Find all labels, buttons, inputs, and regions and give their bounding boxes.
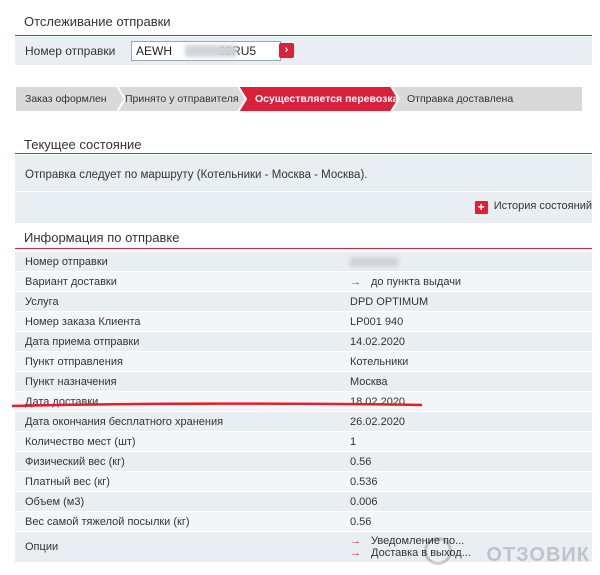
title-divider [15, 35, 592, 36]
progress-steps: Заказ оформлен Принято у отправителя Осу… [15, 86, 583, 112]
arrow-right-icon: → [350, 547, 361, 559]
info-row: Количество мест (шт) 1 [15, 431, 592, 452]
info-row: Пункт отправления Котельники [15, 351, 592, 372]
arrow-right-icon: → [350, 535, 361, 547]
info-value-text: 0.536 [350, 475, 378, 488]
status-text: Отправка следует по маршруту (Котельники… [25, 169, 368, 181]
info-value-line: 0.56 [350, 516, 592, 528]
info-value-text: Доставка в выход... [371, 547, 471, 559]
info-value-text: Котельники [350, 355, 409, 368]
info-value-text: 1 [350, 435, 357, 448]
info-row: Пункт назначения Москва [15, 371, 592, 392]
info-row-label: Пункт отправления [15, 351, 342, 372]
info-value-line: LP001 940 [350, 316, 592, 328]
info-value-line: 0.536 [350, 476, 592, 488]
status-divider [15, 153, 592, 154]
info-row-value: 1 [342, 431, 592, 452]
info-value-text: 0.56 [350, 455, 372, 468]
info-value-text: LP001 940 [350, 315, 404, 328]
info-row-label: Объем (м3) [15, 491, 342, 512]
info-row-label: Дата окончания бесплатного хранения [15, 411, 342, 432]
status-separator [15, 191, 592, 192]
info-row-label: Вариант доставки [15, 271, 342, 292]
arrow-right-icon: → [350, 275, 361, 288]
info-value-text: Москва [350, 375, 388, 388]
info-row-value: 0.56 [342, 511, 592, 532]
info-row-label: Пункт назначения [15, 371, 342, 392]
info-value-text: 14.02.2020 [350, 335, 406, 348]
info-value-text: 0.006 [350, 495, 378, 508]
info-value-line: 14.02.2020 [350, 336, 592, 348]
info-value-text: DPD OPTIMUM [350, 295, 429, 308]
info-row: Номер заказа Клиента LP001 940 [15, 311, 592, 332]
info-value-line: → до пункта выдачи [350, 276, 592, 288]
info-row-value: 0.536 [342, 471, 592, 492]
info-row-value: 14.02.2020 [342, 331, 592, 352]
info-value-line: 1 [350, 436, 592, 448]
chevron-right-icon: › [284, 44, 289, 56]
info-row-value: Котельники [342, 351, 592, 372]
history-link[interactable]: + История состояний [474, 200, 592, 214]
info-row-value: DPD OPTIMUM [342, 291, 592, 312]
info-row: Объем (м3) 0.006 [15, 491, 592, 512]
status-title: Текущее состояние [24, 137, 142, 152]
info-value-text: до пункта выдачи [371, 275, 462, 288]
info-value-line: 0.006 [350, 496, 592, 508]
info-row: Дата окончания бесплатного хранения 26.02… [15, 411, 592, 432]
info-row-value: 26.02.2020 [342, 411, 592, 432]
info-row-value: Москва [342, 371, 592, 392]
info-row-label: Платный вес (кг) [15, 471, 342, 492]
info-row-label: Вес самой тяжелой посылки (кг) [15, 511, 342, 532]
info-row-label: Опции [15, 531, 342, 563]
info-row-label: Номер заказа Клиента [15, 311, 342, 332]
info-title: Информация по отправке [24, 230, 180, 245]
page-title: Отслеживание отправки [24, 14, 171, 29]
info-value-line: 26.02.2020 [350, 416, 592, 428]
step-in-transit: Осуществляется перевозка [255, 93, 399, 105]
info-value-line: Москва [350, 376, 592, 388]
redacted-value [350, 256, 398, 267]
info-value-line: Котельники [350, 356, 592, 368]
info-row: Физический вес (кг) 0.56 [15, 451, 592, 472]
status-panel: Отправка следует по маршруту (Котельники… [15, 155, 592, 223]
step-delivered: Отправка доставлена [407, 93, 514, 105]
tracking-panel: Номер отправки › [15, 37, 592, 65]
info-row-value: → до пункта выдачи [342, 271, 592, 292]
info-row-label: Количество мест (шт) [15, 431, 342, 452]
info-value-text: 26.02.2020 [350, 415, 406, 428]
red-underline-annotation [12, 402, 422, 408]
info-divider [15, 248, 592, 249]
step-order-created: Заказ оформлен [25, 93, 107, 105]
info-value-line: 0.56 [350, 456, 592, 468]
info-row-label: Дата приема отправки [15, 331, 342, 352]
info-row-value: 0.006 [342, 491, 592, 512]
info-row: Вес самой тяжелой посылки (кг) 0.56 [15, 511, 592, 532]
info-row: Дата приема отправки 14.02.2020 [15, 331, 592, 352]
info-row: Номер отправки [15, 252, 592, 272]
step-accepted: Принято у отправителя [125, 93, 239, 105]
plus-icon: + [474, 201, 488, 214]
tracking-number-redaction [185, 45, 237, 57]
history-label: История состояний [493, 200, 592, 212]
tracking-label: Номер отправки [25, 44, 116, 58]
info-row-label: Физический вес (кг) [15, 451, 342, 472]
info-row-label: Услуга [15, 291, 342, 312]
watermark: ОТЗОВИК [486, 544, 590, 566]
info-value-line: DPD OPTIMUM [350, 296, 592, 308]
info-row-value: 0.56 [342, 451, 592, 472]
track-submit-button[interactable]: › [279, 43, 294, 58]
info-row: Услуга DPD OPTIMUM [15, 291, 592, 312]
watermark-logo-icon [424, 537, 452, 565]
info-row: Вариант доставки → до пункта выдачи [15, 271, 592, 292]
info-row-value: LP001 940 [342, 311, 592, 332]
info-value-text: 0.56 [350, 515, 372, 528]
info-row: Платный вес (кг) 0.536 [15, 471, 592, 492]
info-row-label: Номер отправки [15, 252, 342, 272]
info-row-value [342, 252, 592, 272]
